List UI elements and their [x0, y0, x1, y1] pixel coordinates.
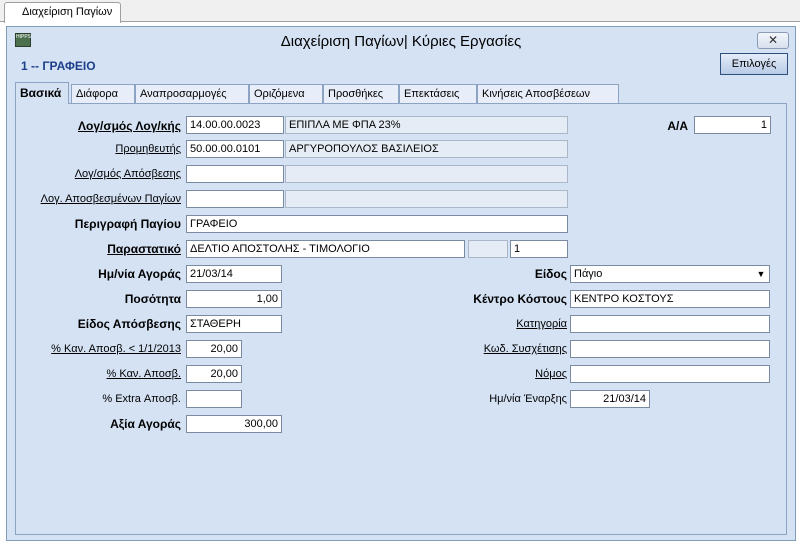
relation-code-field[interactable] [570, 340, 770, 358]
document-label[interactable]: Παραστατικό [7, 242, 181, 256]
depr-type-field[interactable]: ΣΤΑΘΕΡΗ [186, 315, 282, 333]
cost-center-label: Κέντρο Κόστους [473, 292, 567, 306]
depr-assets-account-code-field[interactable] [186, 190, 284, 208]
start-date-field[interactable]: 21/03/14 [570, 390, 650, 408]
description-field[interactable]: ΓΡΑΦΕΙΟ [186, 215, 568, 233]
aa-label: Α/Α [667, 119, 688, 133]
title-bar: HIPPS Διαχείριση Παγίων| Κύριες Εργασίες… [7, 27, 795, 53]
purchase-date-field[interactable]: 21/03/14 [186, 265, 282, 283]
relation-code-label[interactable]: Κωδ. Συσχέτισης [407, 343, 567, 355]
depr-assets-account-label[interactable]: Λογ. Αποσβεσμένων Παγίων [7, 193, 181, 205]
tab-basic[interactable]: Βασικά [15, 82, 69, 104]
depr-account-label[interactable]: Λογ/σμός Απόσβεσης [7, 168, 181, 180]
quantity-field[interactable]: 1,00 [186, 290, 282, 308]
supplier-label[interactable]: Προμηθευτής [7, 143, 181, 155]
purchase-value-field[interactable]: 300,00 [186, 415, 282, 433]
tab-additions[interactable]: Προσθήκες [323, 84, 399, 103]
tab-revaluations[interactable]: Αναπροσαρμογές [135, 84, 249, 103]
tab-misc[interactable]: Διάφορα [71, 84, 135, 103]
depr-assets-account-desc-field [285, 190, 568, 208]
depr-account-code-field[interactable] [186, 165, 284, 183]
kind-select[interactable]: Πάγιο ▼ [570, 265, 770, 283]
law-label[interactable]: Νόμος [407, 368, 567, 380]
account-desc-field: ΕΠΙΠΛΑ ΜΕ ΦΠΑ 23% [285, 116, 568, 134]
kind-value: Πάγιο [574, 268, 603, 280]
quantity-label: Ποσότητα [124, 292, 181, 306]
app-tab-bar: Διαχείριση Παγίων [0, 0, 800, 23]
supplier-code-field[interactable]: 50.00.00.0101 [186, 140, 284, 158]
purchase-date-label: Ημ/νία Αγοράς [98, 267, 181, 281]
tab-user-defined[interactable]: Οριζόμενα [249, 84, 323, 103]
depr-type-label: Είδος Απόσβεσης [77, 317, 181, 331]
kind-label: Είδος [534, 267, 567, 281]
options-button[interactable]: Επιλογές [720, 53, 788, 75]
close-button[interactable]: ✕ [757, 32, 789, 49]
main-window: HIPPS Διαχείριση Παγίων| Κύριες Εργασίες… [6, 26, 796, 541]
aa-field[interactable]: 1 [694, 116, 771, 134]
chevron-down-icon[interactable]: ▼ [754, 267, 768, 281]
record-title: 1 -- ΓΡΑΦΕΙΟ [21, 59, 96, 73]
tab-depreciation-movements[interactable]: Κινήσεις Αποσβέσεων [477, 84, 619, 103]
rate-field[interactable]: 20,00 [186, 365, 242, 383]
rate-before-field[interactable]: 20,00 [186, 340, 242, 358]
rate-label[interactable]: % Καν. Αποσβ. [7, 368, 181, 380]
purchase-value-label: Αξία Αγοράς [110, 417, 181, 431]
start-date-label: Ημ/νία Έναρξης [489, 393, 567, 405]
description-label: Περιγραφή Παγίου [74, 217, 181, 231]
cost-center-field[interactable]: ΚΕΝΤΡΟ ΚΟΣΤΟΥΣ [570, 290, 770, 308]
account-code-field[interactable]: 14.00.00.0023 [186, 116, 284, 134]
window-title: Διαχείριση Παγίων| Κύριες Εργασίες [280, 33, 522, 50]
document-series-field [468, 240, 508, 258]
category-field[interactable] [570, 315, 770, 333]
document-type-field[interactable]: ΔΕΛΤΙΟ ΑΠΟΣΤΟΛΗΣ - ΤΙΜΟΛΟΓΙΟ [186, 240, 465, 258]
supplier-desc-field: ΑΡΓΥΡΟΠΟΥΛΟΣ ΒΑΣΙΛΕΙΟΣ [285, 140, 568, 158]
document-number-field[interactable]: 1 [510, 240, 568, 258]
law-field[interactable] [570, 365, 770, 383]
depr-account-desc-field [285, 165, 568, 183]
rate-extra-field[interactable] [186, 390, 242, 408]
tab-extensions[interactable]: Επεκτάσεις [399, 84, 477, 103]
app-tab-assets[interactable]: Διαχείριση Παγίων [4, 2, 121, 23]
category-label[interactable]: Κατηγορία [407, 318, 567, 330]
rate-before-label[interactable]: % Καν. Αποσβ. < 1/1/2013 [7, 343, 181, 355]
rate-extra-label: % Extra Αποσβ. [102, 393, 181, 405]
account-label: Λογ/σμός Λογ/κής [78, 119, 181, 133]
